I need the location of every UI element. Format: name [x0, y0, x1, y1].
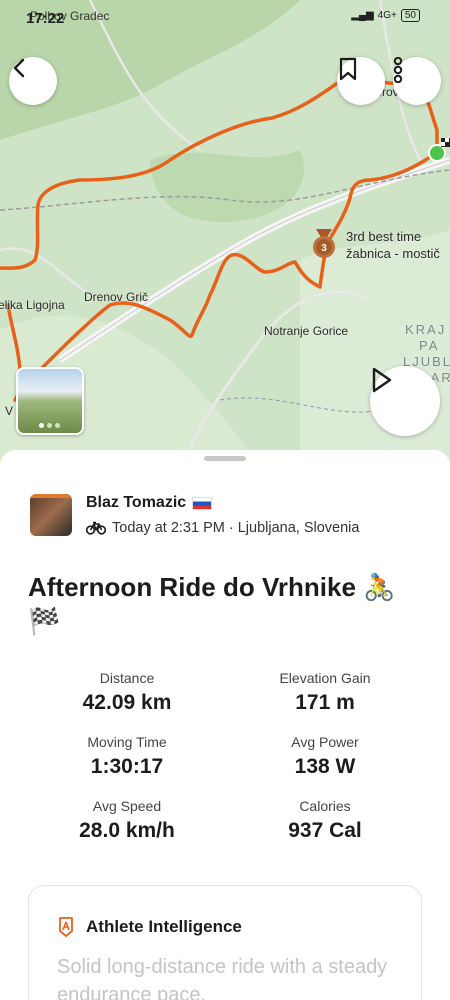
athlete-name[interactable]: Blaz Tomazic [86, 494, 186, 512]
more-options-button[interactable] [393, 57, 441, 105]
bicycle-icon [86, 521, 106, 535]
stat-label: Avg Power [291, 734, 359, 750]
stat-value: 937 Cal [288, 819, 362, 842]
stat-label: Calories [299, 798, 351, 814]
medal-rank: 3 [321, 243, 327, 254]
stat-calories: Calories 937 Cal [226, 798, 424, 843]
activity-title: Afternoon Ride do Vrhnike 🚴 🏁 [28, 572, 396, 636]
battery-icon: 50 [400, 9, 420, 22]
status-bar: Polhov Gradec 17:22 ▂▄▆ 4G+ 50 [0, 6, 450, 30]
stat-value: 138 W [294, 755, 356, 778]
flyover-play-button[interactable] [370, 366, 440, 436]
slovenia-flag-icon [192, 496, 213, 510]
segment-achievement-label: 3rd best time [346, 229, 422, 244]
network-type: 4G+ [377, 10, 397, 21]
athlete-intelligence-title: Athlete Intelligence [86, 917, 242, 936]
athlete-intelligence-card[interactable]: Athlete Intelligence Solid long-distance… [28, 885, 422, 1000]
more-vertical-icon [393, 57, 403, 83]
stat-distance: Distance 42.09 km [28, 670, 226, 715]
route-map[interactable]: 3 Dobrova 3rd best time žabnica - mostič… [0, 0, 450, 470]
map-label-krajinski: KRAJ [405, 322, 447, 337]
bookmark-button[interactable] [337, 57, 385, 105]
stat-label: Distance [99, 670, 155, 686]
map-label-park: PA [419, 338, 440, 353]
stat-value: 42.09 km [82, 691, 172, 714]
play-icon [372, 367, 392, 393]
athlete-intelligence-summary: Solid long-distance ride with a steady e… [57, 956, 388, 1000]
stat-label: Avg Speed [92, 798, 162, 814]
photo-pager-dots [39, 423, 60, 428]
activity-detail-sheet[interactable]: Blaz Tomazic Today at 2:31 PM · Ljubljan… [0, 450, 450, 1000]
segment-medal-icon[interactable]: 3 [310, 229, 338, 259]
athlete-intelligence-icon [59, 917, 73, 937]
segment-name-label: žabnica - mostič [346, 246, 440, 261]
activity-screen: 3 Dobrova 3rd best time žabnica - mostič… [0, 0, 450, 1000]
status-icons: ▂▄▆ 4G+ 50 [351, 9, 420, 22]
bookmark-icon [339, 57, 357, 81]
stat-avg-speed: Avg Speed 28.0 km/h [28, 798, 226, 843]
stat-label: Elevation Gain [279, 670, 371, 686]
stat-value: 171 m [295, 691, 355, 714]
stat-moving-time: Moving Time 1:30:17 [28, 734, 226, 779]
back-button[interactable] [9, 57, 57, 105]
stats-grid: Distance 42.09 km Elevation Gain 171 m M… [28, 670, 424, 843]
activity-meta: Today at 2:31 PM · Ljubljana, Slovenia [112, 520, 360, 536]
athlete-header[interactable]: Blaz Tomazic Today at 2:31 PM · Ljubljan… [30, 494, 359, 536]
stat-elevation-gain: Elevation Gain 171 m [226, 670, 424, 715]
stat-value: 1:30:17 [90, 755, 164, 778]
map-label-drenov-gric: Drenov Grič [84, 290, 149, 304]
sheet-drag-handle[interactable] [204, 456, 246, 461]
start-marker [428, 144, 446, 162]
stat-avg-power: Avg Power 138 W [226, 734, 424, 779]
map-label-vrhnika: V [5, 404, 14, 418]
stat-label: Moving Time [87, 734, 167, 750]
avatar[interactable] [30, 494, 72, 536]
signal-icon: ▂▄▆ [351, 10, 374, 21]
map-label-velika-ligojna: elika Ligojna [0, 298, 65, 312]
stat-value: 28.0 km/h [79, 819, 175, 842]
chevron-left-icon [13, 58, 25, 78]
activity-photo-thumbnail[interactable] [16, 367, 84, 435]
map-label-notranje-gorice: Notranje Gorice [264, 324, 349, 338]
status-time: 17:22 [26, 10, 65, 27]
